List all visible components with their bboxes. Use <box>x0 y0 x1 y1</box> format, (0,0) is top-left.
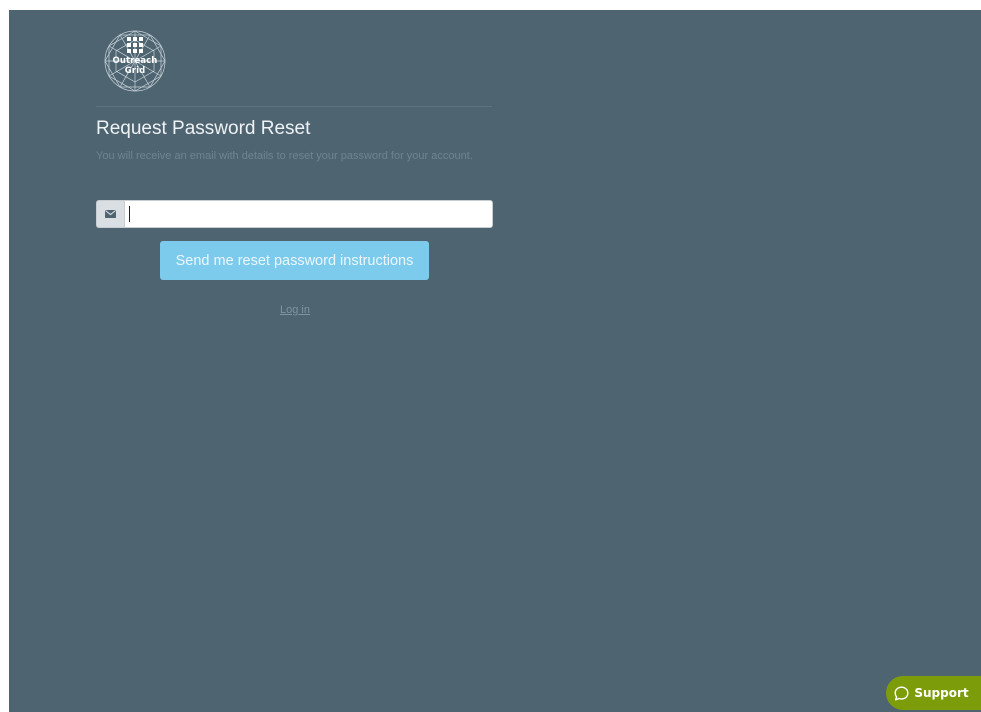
send-reset-instructions-button[interactable]: Send me reset password instructions <box>160 241 429 280</box>
log-in-link[interactable]: Log in <box>9 304 581 316</box>
text-cursor <box>129 206 130 222</box>
outreach-grid-logo[interactable]: Outreach Grid <box>102 28 168 94</box>
logo-wordmark: Outreach Grid <box>112 56 158 76</box>
envelope-icon <box>96 200 124 228</box>
support-label: Support <box>914 686 969 700</box>
email-input-group <box>96 200 493 228</box>
support-button[interactable]: Support <box>886 676 981 710</box>
password-reset-page: Outreach Grid Request Password Reset You… <box>9 10 981 712</box>
page-title: Request Password Reset <box>96 118 311 139</box>
chat-bubble-icon <box>894 686 909 700</box>
email-input[interactable] <box>124 200 493 228</box>
page-description: You will receive an email with details t… <box>96 150 473 162</box>
header-divider <box>96 106 492 107</box>
